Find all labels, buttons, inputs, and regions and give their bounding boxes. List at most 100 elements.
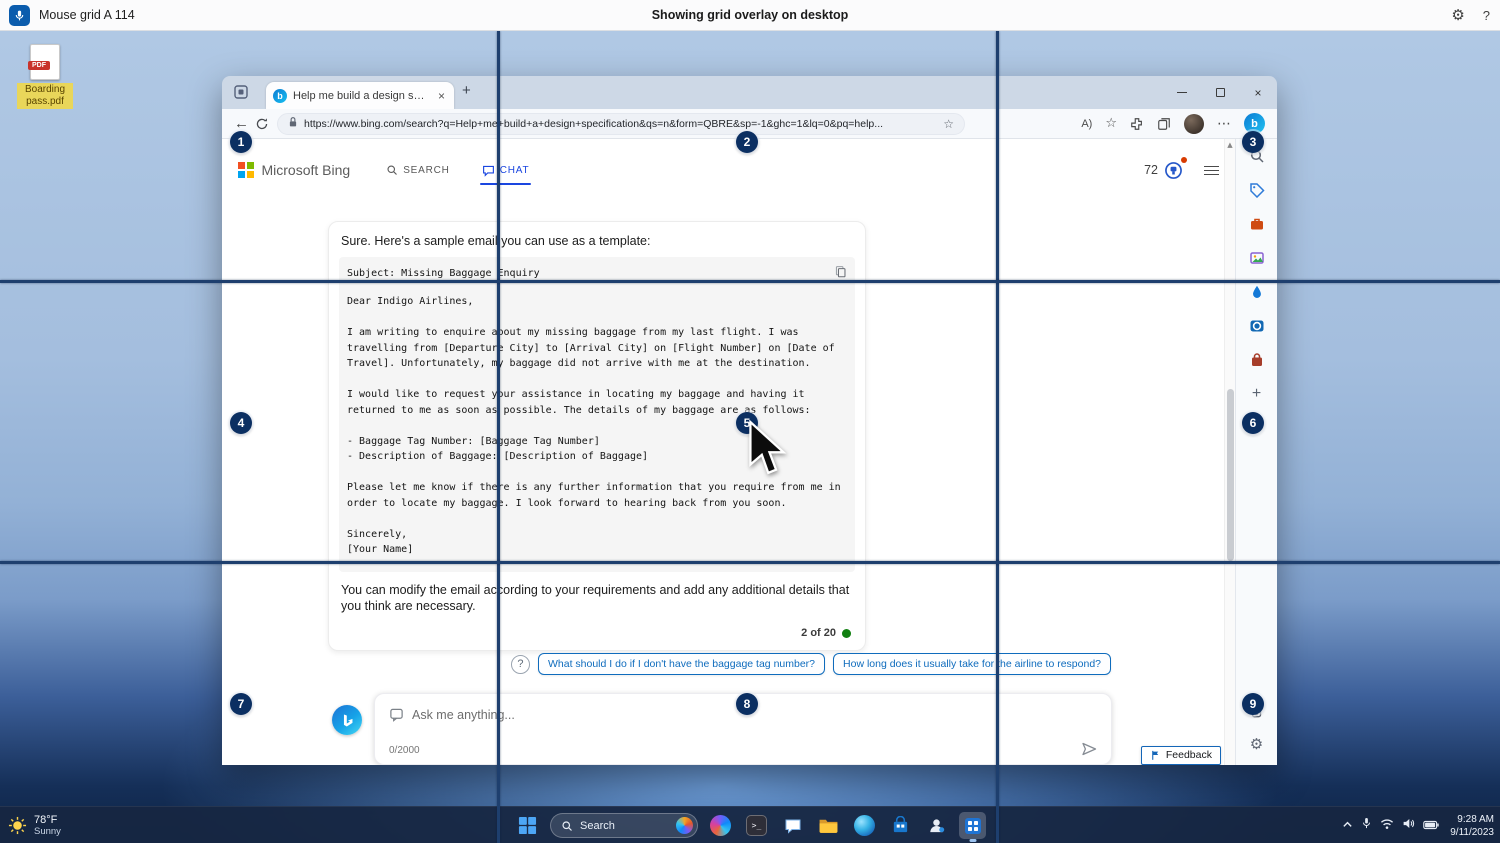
- tab-chat[interactable]: CHAT: [482, 153, 530, 187]
- copilot-icon[interactable]: [707, 812, 734, 839]
- terminal-icon[interactable]: >_: [743, 812, 770, 839]
- send-icon[interactable]: [1081, 741, 1097, 757]
- bing-chat-page: Microsoft Bing SEARCH CHAT 72: [222, 139, 1235, 765]
- bing-sidebar-icon[interactable]: b: [1244, 113, 1265, 134]
- sidebar-phone-icon[interactable]: [1248, 701, 1266, 719]
- tray-volume-icon[interactable]: [1402, 817, 1415, 835]
- more-menu-icon[interactable]: ⋯: [1217, 116, 1231, 132]
- feedback-label: Feedback: [1166, 749, 1212, 761]
- sidebar-settings-gear-icon[interactable]: ⚙: [1248, 735, 1266, 753]
- input-placeholder: Ask me anything...: [412, 708, 515, 722]
- weather-condition: Sunny: [34, 826, 61, 837]
- extensions-puzzle-icon[interactable]: [1130, 117, 1144, 131]
- page-scrollbar[interactable]: ▲: [1224, 139, 1235, 765]
- sidebar-tools-briefcase-icon[interactable]: [1248, 215, 1266, 233]
- tray-chevron-up-icon[interactable]: [1342, 817, 1353, 835]
- bing-chat-logo-icon: [332, 705, 362, 735]
- char-counter: 0/2000: [389, 745, 420, 756]
- suggestion-chip[interactable]: How long does it usually take for the ai…: [833, 653, 1111, 675]
- sidebar-add-icon[interactable]: +: [1248, 385, 1266, 403]
- bing-header: Microsoft Bing SEARCH CHAT 72: [238, 153, 1219, 187]
- bookmark-star-icon[interactable]: ☆: [943, 117, 954, 131]
- edge-icon[interactable]: [851, 812, 878, 839]
- hamburger-menu-icon[interactable]: [1204, 166, 1219, 175]
- desktop-icon-boarding-pass[interactable]: PDF Boarding pass.pdf: [14, 44, 76, 109]
- pdf-file-icon: PDF: [30, 44, 60, 80]
- copy-icon[interactable]: [834, 265, 847, 281]
- weather-temp: 78°F: [34, 814, 61, 826]
- voice-command-label: Mouse grid A 114: [39, 8, 135, 22]
- voice-status-text: Showing grid overlay on desktop: [652, 8, 849, 22]
- tray-battery-icon[interactable]: [1423, 817, 1439, 835]
- window-maximize-button[interactable]: [1201, 76, 1239, 109]
- help-icon[interactable]: ?: [511, 655, 530, 674]
- voice-help-icon[interactable]: ?: [1483, 8, 1490, 23]
- email-subject-line: Subject: Missing Baggage Enquiry: [347, 268, 540, 279]
- screen: PDF Boarding pass.pdf Mouse grid A 114 S…: [0, 0, 1500, 843]
- sidebar-drop-icon[interactable]: [1248, 283, 1266, 301]
- sidebar-search-icon[interactable]: [1248, 147, 1266, 165]
- taskbar-clock[interactable]: 9:28 AM 9/11/2023: [1450, 813, 1494, 839]
- refresh-icon[interactable]: [255, 117, 269, 131]
- tray-mic-icon[interactable]: [1361, 817, 1372, 835]
- tab-search[interactable]: SEARCH: [386, 153, 449, 187]
- response-outro-text: You can modify the email according to yo…: [341, 582, 853, 616]
- sidebar-shopping-tag-icon[interactable]: [1248, 181, 1266, 199]
- active-app-icon[interactable]: [959, 812, 986, 839]
- back-icon[interactable]: ←: [234, 115, 249, 132]
- address-bar[interactable]: https://www.bing.com/search?q=Help+me+bu…: [277, 113, 965, 135]
- response-intro-text: Sure. Here's a sample email you can use …: [341, 234, 853, 248]
- scrollbar-thumb[interactable]: [1227, 389, 1234, 561]
- tab-close-icon[interactable]: ×: [436, 89, 447, 103]
- bing-brand[interactable]: Microsoft Bing: [262, 162, 351, 178]
- url-text: https://www.bing.com/search?q=Help+me+bu…: [304, 118, 937, 130]
- email-template-block: Subject: Missing Baggage Enquiry Dear In…: [339, 257, 855, 572]
- rewards-points[interactable]: 72: [1144, 160, 1184, 181]
- chat-input-area: Ask me anything... 0/2000: [332, 691, 1112, 765]
- taskbar-search-box[interactable]: Search: [550, 813, 698, 838]
- email-body-text: Dear Indigo Airlines, I am writing to en…: [347, 294, 847, 558]
- message-counter: 2 of 20: [801, 627, 836, 639]
- status-dot: [842, 629, 851, 638]
- microphone-icon[interactable]: [9, 5, 30, 26]
- pdf-badge: PDF: [28, 61, 50, 70]
- voice-settings-gear-icon[interactable]: ⚙: [1451, 6, 1464, 24]
- voice-access-bar: Mouse grid A 114 Showing grid overlay on…: [0, 0, 1500, 31]
- collections-icon[interactable]: [1157, 117, 1171, 131]
- search-placeholder: Search: [580, 820, 669, 832]
- bing-favicon: b: [273, 89, 287, 103]
- window-close-button[interactable]: ×: [1239, 76, 1277, 109]
- tab-title: Help me build a design specifica: [293, 90, 430, 102]
- file-explorer-icon[interactable]: [815, 812, 842, 839]
- desktop-icon-label: Boarding pass.pdf: [17, 83, 73, 109]
- people-icon[interactable]: [923, 812, 950, 839]
- lock-icon[interactable]: [288, 115, 298, 133]
- tab-chat-label: CHAT: [500, 165, 530, 176]
- tab-strip: b Help me build a design specifica × + ×: [222, 76, 1277, 109]
- read-aloud-icon[interactable]: A): [1081, 118, 1092, 130]
- scrollbar-up-icon[interactable]: ▲: [1225, 141, 1235, 149]
- sidebar-image-creator-icon[interactable]: [1248, 249, 1266, 267]
- sidebar-outlook-icon[interactable]: [1248, 317, 1266, 335]
- workspaces-icon[interactable]: [233, 84, 249, 105]
- favorites-star-icon[interactable]: ☆: [1105, 116, 1117, 131]
- window-minimize-button[interactable]: [1163, 76, 1201, 109]
- chat-teams-icon[interactable]: [779, 812, 806, 839]
- tray-wifi-icon[interactable]: [1380, 817, 1394, 835]
- ask-input[interactable]: Ask me anything... 0/2000: [374, 693, 1112, 765]
- sidebar-shopping-bag-icon[interactable]: [1248, 351, 1266, 369]
- notification-dot: [1181, 157, 1187, 163]
- suggestion-row: ? What should I do if I don't have the b…: [511, 653, 1111, 675]
- store-icon[interactable]: [887, 812, 914, 839]
- microsoft-logo-icon: [238, 162, 254, 178]
- new-tab-button[interactable]: +: [462, 82, 471, 99]
- feedback-button[interactable]: Feedback: [1141, 746, 1221, 765]
- widgets-weather-button[interactable]: 78°F Sunny: [8, 807, 61, 843]
- suggestion-chip[interactable]: What should I do if I don't have the bag…: [538, 653, 825, 675]
- clock-date: 9/11/2023: [1450, 826, 1494, 839]
- chat-response-card: Sure. Here's a sample email you can use …: [328, 221, 866, 651]
- start-button[interactable]: [514, 812, 541, 839]
- points-value: 72: [1144, 163, 1158, 177]
- browser-tab[interactable]: b Help me build a design specifica ×: [266, 82, 454, 109]
- profile-avatar[interactable]: [1184, 114, 1204, 134]
